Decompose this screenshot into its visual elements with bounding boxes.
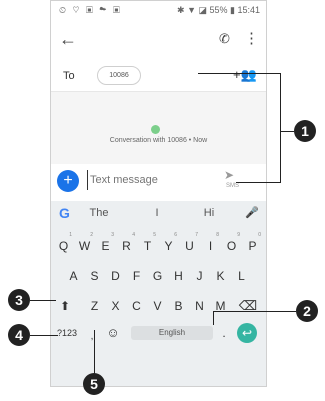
shift-key[interactable]: ⬆ [55,294,75,318]
callout-line [280,131,294,132]
phone-frame: ⏲ ♡ ▣ ☁ ▣ ✱ ▼ ◪ 55% ▮ 15:41 ← ✆ ⋮ To 100… [50,0,267,387]
callout-1: 1 [294,120,316,142]
symbols-key[interactable]: ?123 [53,321,81,345]
back-arrow-icon[interactable]: ← [59,29,77,50]
key-j[interactable]: J [189,264,210,288]
key-b[interactable]: B [168,294,189,318]
status-icons-left: ⏲ ♡ ▣ ☁ ▣ [59,5,122,15]
contact-avatar-icon [151,125,160,134]
key-k[interactable]: K [210,264,231,288]
key-number-hint: 5 [153,232,156,238]
key-o[interactable]: O9 [221,232,242,258]
key-p[interactable]: P0 [242,232,263,258]
status-bar: ⏲ ♡ ▣ ☁ ▣ ✱ ▼ ◪ 55% ▮ 15:41 [51,1,266,19]
suggestion-word[interactable]: The [79,207,119,219]
callout-line [30,300,56,301]
callout-5: 5 [83,373,105,395]
key-number-hint: 6 [174,232,177,238]
add-people-icon[interactable]: +👥 [233,67,257,83]
google-logo[interactable]: G [59,205,70,221]
comma-key[interactable]: , [87,325,97,349]
microphone-icon[interactable]: 🎤 [245,206,259,219]
key-number-hint: 4 [132,232,135,238]
key-number-hint: 2 [90,232,93,238]
callout-2: 2 [296,300,318,322]
callout-line [213,311,214,325]
key-e[interactable]: E3 [95,232,116,258]
send-icon[interactable]: ➤ [224,168,234,182]
key-w[interactable]: W2 [74,232,95,258]
key-number-hint: 1 [69,232,72,238]
callout-line [30,335,58,336]
key-h[interactable]: H [168,264,189,288]
key-v[interactable]: V [147,294,168,318]
key-x[interactable]: X [105,294,126,318]
add-attachment-button[interactable]: + [57,170,79,192]
conversation-area: Conversation with 10086 • Now [51,92,266,164]
key-g[interactable]: G [147,264,168,288]
suggestion-word[interactable]: I [137,207,177,219]
to-label: To [63,70,75,82]
key-t[interactable]: T5 [137,232,158,258]
key-r[interactable]: R4 [116,232,137,258]
key-a[interactable]: A [63,264,84,288]
keyboard: G The I Hi 🎤 Q1W2E3R4T5Y6U7I8O9P0 ASDFGH… [51,201,266,386]
sms-label: SMS [226,183,240,189]
period-key[interactable]: . [219,321,229,345]
recipient-row: To 10086 +👥 [51,61,266,92]
key-c[interactable]: C [126,294,147,318]
key-u[interactable]: U7 [179,232,200,258]
emoji-key[interactable]: ☺ [105,321,121,345]
phone-call-icon[interactable]: ✆ [219,31,230,47]
space-key[interactable]: English [131,326,213,340]
key-y[interactable]: Y6 [158,232,179,258]
compose-bar: + ➤ SMS [51,164,266,200]
callout-line [213,311,296,312]
callout-line [280,73,281,183]
key-i[interactable]: I8 [200,232,221,258]
callout-line [198,73,280,74]
key-n[interactable]: N [189,294,210,318]
backspace-key[interactable]: ⌫ [236,294,260,318]
key-number-hint: 9 [237,232,240,238]
key-d[interactable]: D [105,264,126,288]
key-number-hint: 3 [111,232,114,238]
callout-3: 3 [8,289,30,311]
key-number-hint: 0 [258,232,261,238]
conversation-info: Conversation with 10086 • Now [109,137,208,144]
key-s[interactable]: S [84,264,105,288]
key-q[interactable]: Q1 [53,232,74,258]
enter-key[interactable]: ↩ [237,323,257,343]
more-options-icon[interactable]: ⋮ [244,29,259,47]
callout-line [236,182,280,183]
recipient-chip[interactable]: 10086 [97,66,141,85]
suggestion-word[interactable]: Hi [189,207,229,219]
key-f[interactable]: F [126,264,147,288]
key-number-hint: 8 [216,232,219,238]
suggestion-strip: G The I Hi 🎤 [51,201,266,225]
key-l[interactable]: L [231,264,252,288]
key-z[interactable]: Z [84,294,105,318]
callout-4: 4 [8,324,30,346]
message-input[interactable] [87,170,224,190]
key-number-hint: 7 [195,232,198,238]
status-icons-right: ✱ ▼ ◪ 55% ▮ 15:41 [177,5,260,15]
app-bar: ← ✆ ⋮ [51,21,266,61]
